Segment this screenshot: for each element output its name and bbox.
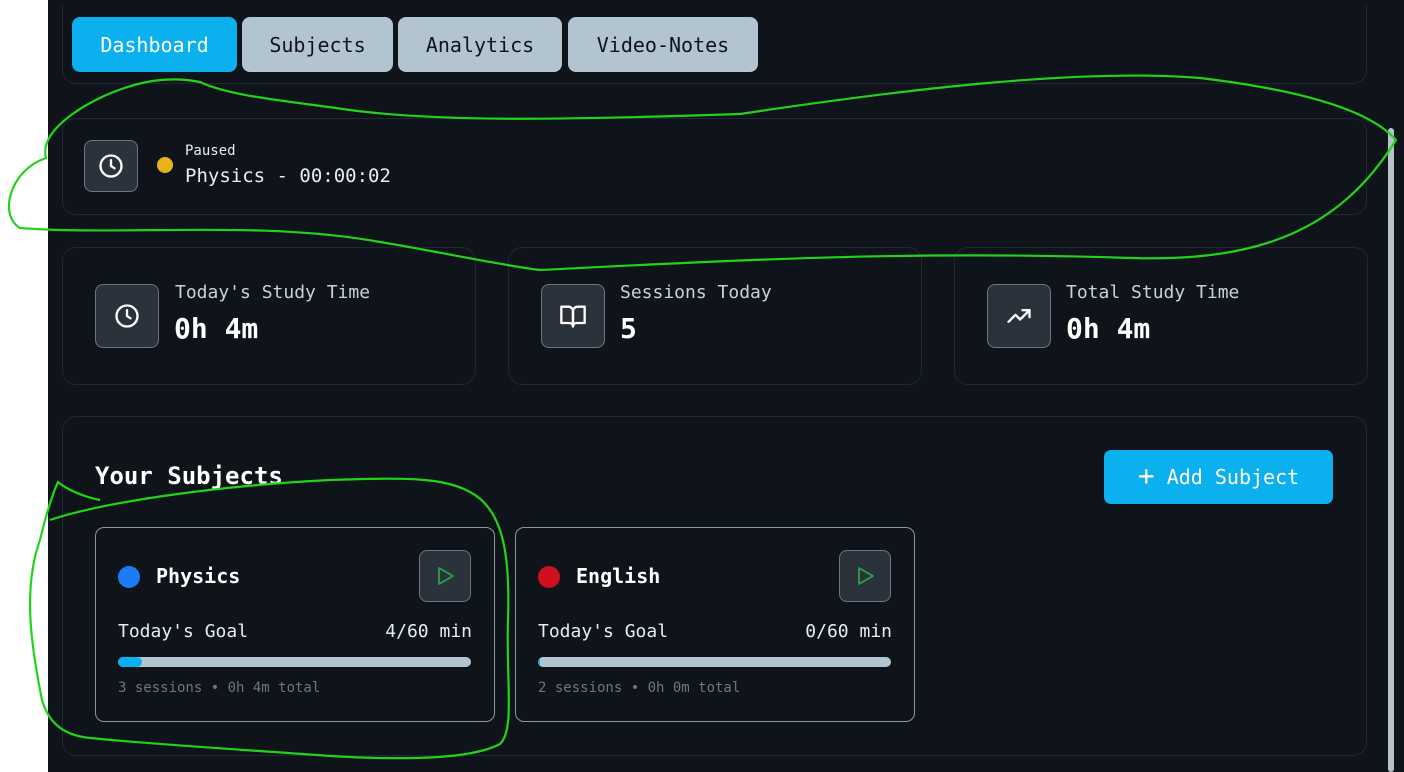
tab-analytics[interactable]: Analytics [398,17,562,72]
goal-label: Today's Goal [538,621,669,642]
session-status: Paused [185,143,236,159]
stat-label: Sessions Today [620,282,772,303]
book-open-icon [541,284,605,348]
clock-icon [84,140,138,192]
play-icon[interactable] [839,550,891,602]
goal-label: Today's Goal [118,621,249,642]
clock-icon [95,284,159,348]
goal-progress-fill [538,657,541,667]
session-timer: Physics - 00:00:02 [185,165,391,187]
goal-progress-bar [118,657,471,667]
subject-color-dot [538,566,560,588]
plus-icon: + [1137,458,1155,492]
scrollbar[interactable] [1388,128,1394,772]
stat-value: 0h 4m [174,312,259,345]
status-dot [157,157,173,173]
section-title: Your Subjects [95,462,283,490]
tab-dashboard[interactable]: Dashboard [72,17,237,72]
play-icon[interactable] [419,550,471,602]
subject-meta: 2 sessions • 0h 0m total [538,680,741,696]
trending-up-icon [987,284,1051,348]
goal-progress-fill [118,657,142,667]
goal-value: 0/60 min [805,621,892,642]
stat-label: Today's Study Time [175,282,371,303]
subject-card-english[interactable]: English Today's Goal 0/60 min 2 sessions… [515,527,915,722]
stat-label: Total Study Time [1066,282,1240,303]
goal-value: 4/60 min [385,621,472,642]
subject-name: English [576,564,661,588]
add-subject-label: Add Subject [1166,465,1300,489]
stat-value: 5 [620,312,637,345]
stat-value: 0h 4m [1066,312,1151,345]
goal-progress-bar [538,657,891,667]
subject-name: Physics [156,564,241,588]
subject-color-dot [118,566,140,588]
tab-subjects[interactable]: Subjects [242,17,393,72]
add-subject-button[interactable]: + Add Subject [1104,450,1333,504]
subject-card-physics[interactable]: Physics Today's Goal 4/60 min 3 sessions… [95,527,495,722]
subject-meta: 3 sessions • 0h 4m total [118,680,321,696]
tab-video-notes[interactable]: Video-Notes [568,17,758,72]
